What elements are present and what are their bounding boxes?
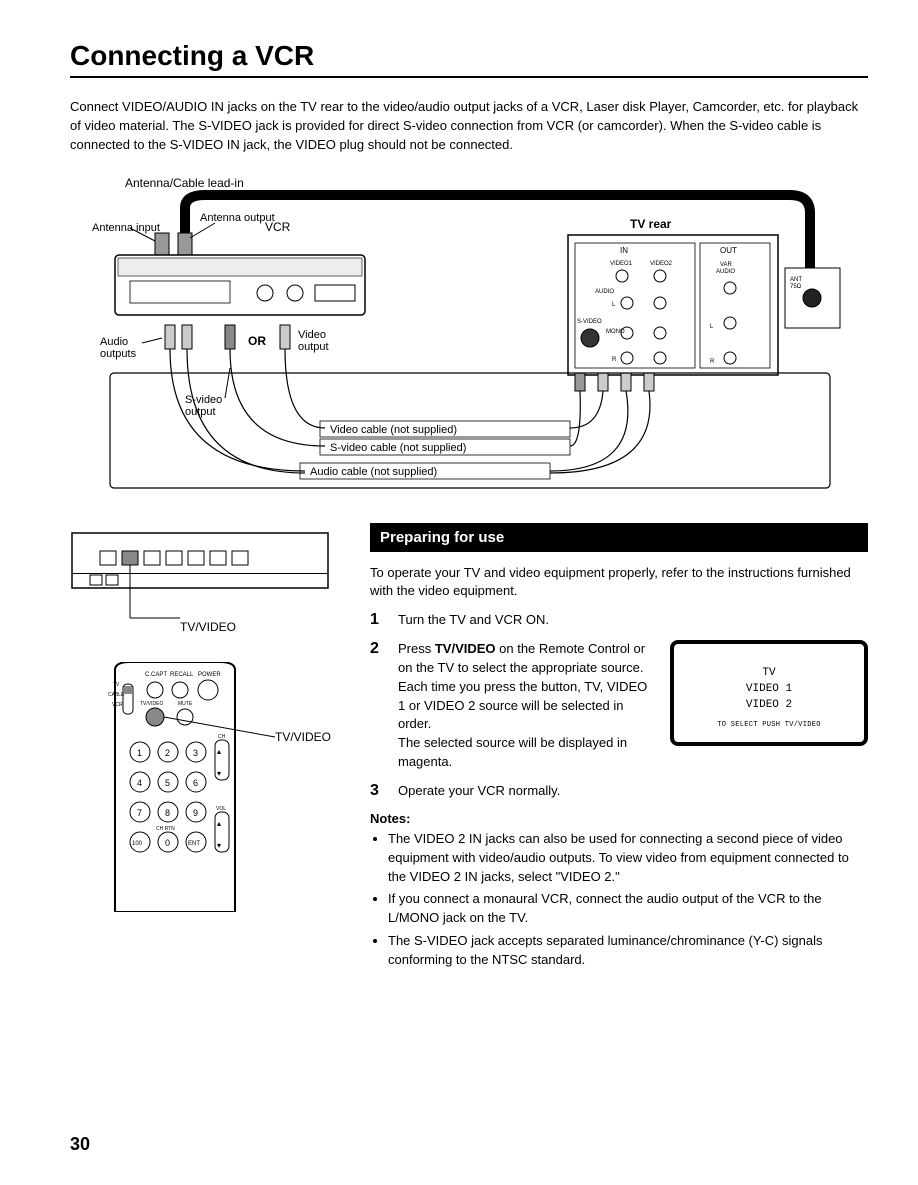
label-antenna-leadin: Antenna/Cable lead-in [125, 176, 244, 190]
svg-text:4: 4 [137, 778, 142, 788]
screen-footer: TO SELECT PUSH TV/VIDEO [684, 720, 854, 730]
label-svideo-output: S-video output [185, 394, 225, 418]
step-3: 3 Operate your VCR normally. [370, 782, 868, 801]
page-title: Connecting a VCR [70, 40, 868, 78]
svg-text:CH RTN: CH RTN [156, 826, 175, 832]
svg-text:RECALL: RECALL [170, 672, 194, 678]
svg-text:▾: ▾ [217, 841, 221, 850]
svg-text:MUTE: MUTE [178, 701, 193, 707]
svg-text:100: 100 [132, 841, 143, 847]
page-number: 30 [70, 1134, 90, 1155]
svg-text:CABLE: CABLE [108, 692, 125, 698]
label-audio-outputs: Audio outputs [100, 336, 137, 360]
screen-line-tv: TV [684, 666, 854, 682]
svg-text:6: 6 [193, 778, 198, 788]
label-video2: VIDEO2 [650, 261, 673, 267]
label-tv-rear: TV rear [630, 217, 672, 231]
svg-text:0: 0 [165, 838, 170, 848]
label-svideo: S-VIDEO [577, 319, 602, 325]
svg-text:CH: CH [218, 734, 226, 740]
svg-text:9: 9 [193, 808, 198, 818]
svg-text:3: 3 [193, 748, 198, 758]
remote-illustration: C.CAPT RECALL POWER TV CABLE VCR TV/VIDE… [70, 662, 350, 917]
step-1: 1 Turn the TV and VCR ON. [370, 611, 868, 630]
svg-text:ENT: ENT [188, 841, 200, 847]
label-or: OR [248, 334, 266, 348]
svg-text:C.CAPT: C.CAPT [145, 672, 167, 678]
intro-paragraph: Connect VIDEO/AUDIO IN jacks on the TV r… [70, 98, 868, 155]
tvvideo-remote-label: TV/VIDEO [275, 730, 331, 744]
label-in: IN [620, 246, 628, 255]
step-3-text: Operate your VCR normally. [398, 782, 868, 801]
svg-text:▴: ▴ [217, 819, 221, 828]
svg-text:8: 8 [165, 808, 170, 818]
svg-text:POWER: POWER [198, 672, 221, 678]
svg-text:1: 1 [137, 748, 142, 758]
label-svideo-cable: S-video cable (not supplied) [330, 442, 466, 454]
label-antenna-input: Antenna input [92, 222, 160, 234]
svg-text:7: 7 [137, 808, 142, 818]
label-audio-cable: Audio cable (not supplied) [310, 466, 437, 478]
label-out: OUT [720, 246, 737, 255]
label-video-cable: Video cable (not supplied) [330, 424, 457, 436]
label-audio: AUDIO [595, 289, 614, 295]
step-1-text: Turn the TV and VCR ON. [398, 611, 868, 630]
screen-line-video1: VIDEO 1 [684, 682, 854, 698]
svg-text:TV: TV [113, 682, 120, 688]
svg-text:R: R [710, 359, 715, 365]
step-2-text: Press TV/VIDEO on the Remote Control or … [398, 640, 650, 772]
tv-panel-illustration: TV/VIDEO [70, 523, 350, 634]
svg-text:2: 2 [165, 748, 170, 758]
notes-heading: Notes: [370, 811, 868, 826]
svg-text:VOL: VOL [216, 806, 226, 812]
label-antenna-output: Antenna output [200, 212, 275, 224]
screen-line-video2: VIDEO 2 [684, 698, 854, 714]
svg-text:TV/VIDEO: TV/VIDEO [140, 701, 163, 707]
svg-text:5: 5 [165, 778, 170, 788]
step-2: 2 Press TV/VIDEO on the Remote Control o… [370, 640, 650, 772]
prep-intro: To operate your TV and video equipment p… [370, 564, 868, 602]
tv-screen-display: TV VIDEO 1 VIDEO 2 TO SELECT PUSH TV/VID… [670, 640, 868, 746]
label-r: R [612, 357, 617, 363]
svg-text:▾: ▾ [217, 769, 221, 778]
label-vcr: VCR [265, 220, 291, 234]
note-item: The S-VIDEO jack accepts separated lumin… [388, 932, 868, 970]
label-video1: VIDEO1 [610, 261, 633, 267]
svg-text:VCR: VCR [112, 702, 123, 708]
svg-text:▴: ▴ [217, 747, 221, 756]
note-item: The VIDEO 2 IN jacks can also be used fo… [388, 830, 868, 887]
notes-list: The VIDEO 2 IN jacks can also be used fo… [370, 830, 868, 970]
connection-diagram: Antenna/Cable lead-in Antenna input Ante… [70, 173, 868, 503]
note-item: If you connect a monaural VCR, connect t… [388, 890, 868, 928]
section-header: Preparing for use [370, 523, 868, 552]
label-video-output: Video output [298, 329, 329, 353]
